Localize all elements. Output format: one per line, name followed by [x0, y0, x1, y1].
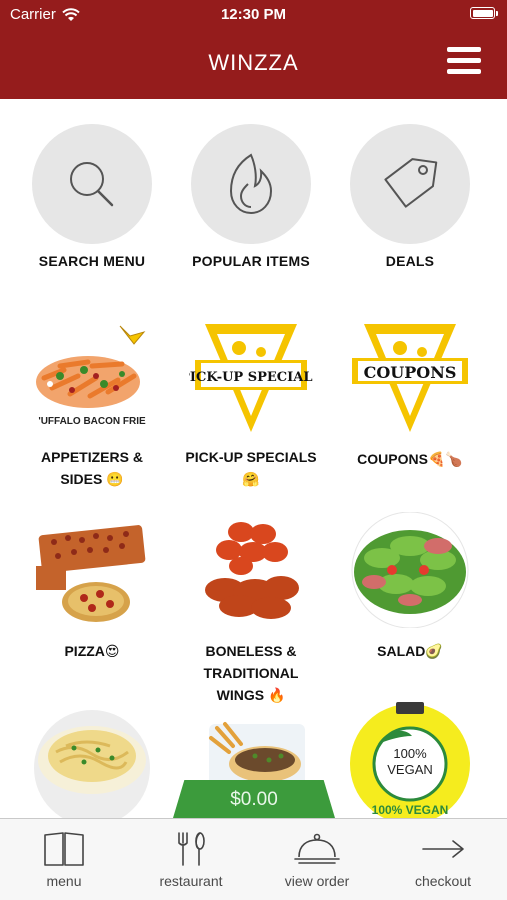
- cloche-icon: [294, 833, 340, 864]
- pasta-image: [30, 706, 154, 826]
- vegan-image-band: 100% VEGAN: [372, 803, 449, 817]
- pick-up-specials-image-caption: PICK-UP SPECIALS: [189, 370, 313, 385]
- book-icon: [44, 832, 84, 866]
- category-coupons[interactable]: COUPONS COUPONS🍕🍗: [330, 318, 490, 470]
- tab-menu[interactable]: menu: [9, 831, 119, 889]
- status-bar: Carrier 12:30 PM: [0, 0, 507, 28]
- pick-up-specials-label: PICK-UP SPECIALS 🤗: [185, 449, 317, 487]
- popular-items-circle: [191, 124, 311, 244]
- tab-checkout-label: checkout: [414, 873, 472, 889]
- coupons-label: COUPONS🍕🍗: [357, 451, 463, 467]
- salad-label: SALAD🥑: [377, 643, 443, 659]
- hamburger-menu-icon[interactable]: [447, 47, 481, 75]
- tab-view-order-label: view order: [284, 873, 350, 889]
- pick-up-specials-image: PICK-UP SPECIALS: [180, 318, 322, 438]
- wings-image: [189, 512, 313, 632]
- tag-icon: [384, 158, 438, 208]
- category-vegan[interactable]: 100% VEGAN 100% VEGAN: [330, 700, 490, 824]
- tab-restaurant-label: restaurant: [159, 873, 223, 889]
- app-header: Carrier 12:30 PM WINZZA: [0, 0, 507, 99]
- wings-label: BONELESS & TRADITIONAL WINGS 🔥: [203, 643, 299, 703]
- category-pasta[interactable]: [12, 706, 172, 826]
- search-menu-circle: [32, 124, 152, 244]
- coupons-image-caption: COUPONS: [364, 363, 457, 382]
- flame-icon: [229, 153, 273, 215]
- battery-icon: [470, 7, 498, 19]
- appetizers-image-caption: 'UFFALO BACON FRIE: [38, 416, 146, 427]
- bottom-tab-bar: menu restaurant view order checkout: [0, 818, 507, 900]
- status-time: 12:30 PM: [220, 6, 287, 23]
- tab-menu-label: menu: [46, 873, 82, 889]
- tab-checkout[interactable]: checkout: [388, 831, 498, 889]
- deals-button[interactable]: DEALS: [340, 124, 480, 269]
- search-menu-label: SEARCH MENU: [38, 253, 146, 269]
- search-icon: [70, 162, 114, 207]
- category-pizza[interactable]: PIZZA😍: [12, 512, 172, 662]
- category-appetizers[interactable]: 'UFFALO BACON FRIE APPETIZERS & SIDES 😬: [12, 318, 172, 490]
- appetizers-label: APPETIZERS & SIDES 😬: [41, 449, 143, 487]
- vegan-image-percent: 100%: [393, 746, 427, 761]
- vegan-image-word: VEGAN: [387, 762, 433, 777]
- salad-image: [348, 511, 472, 632]
- arrow-right-icon: [422, 840, 464, 858]
- deals-circle: [350, 124, 470, 244]
- app-title: WINZZA: [208, 50, 299, 75]
- fork-knife-icon: [178, 832, 205, 866]
- appetizers-image: 'UFFALO BACON FRIE: [30, 318, 154, 438]
- category-pick-up-specials[interactable]: PICK-UP SPECIALS PICK-UP SPECIALS🤗: [171, 318, 331, 490]
- search-menu-button[interactable]: SEARCH MENU: [22, 124, 162, 269]
- category-wings[interactable]: BONELESS & TRADITIONAL WINGS 🔥: [171, 512, 331, 706]
- popular-items-label: POPULAR ITEMS: [192, 253, 310, 269]
- tab-restaurant[interactable]: restaurant: [136, 831, 246, 889]
- pizza-image: [30, 512, 154, 632]
- coupons-image: COUPONS: [348, 318, 472, 438]
- order-total-button[interactable]: $0.00: [173, 780, 335, 818]
- vegan-image: 100% VEGAN 100% VEGAN: [348, 700, 472, 824]
- deals-label: DEALS: [385, 253, 435, 269]
- popular-items-button[interactable]: POPULAR ITEMS: [181, 124, 321, 269]
- pizza-label: PIZZA😍: [64, 643, 120, 659]
- category-salad[interactable]: SALAD🥑: [330, 511, 490, 662]
- tab-view-order[interactable]: view order: [262, 831, 372, 889]
